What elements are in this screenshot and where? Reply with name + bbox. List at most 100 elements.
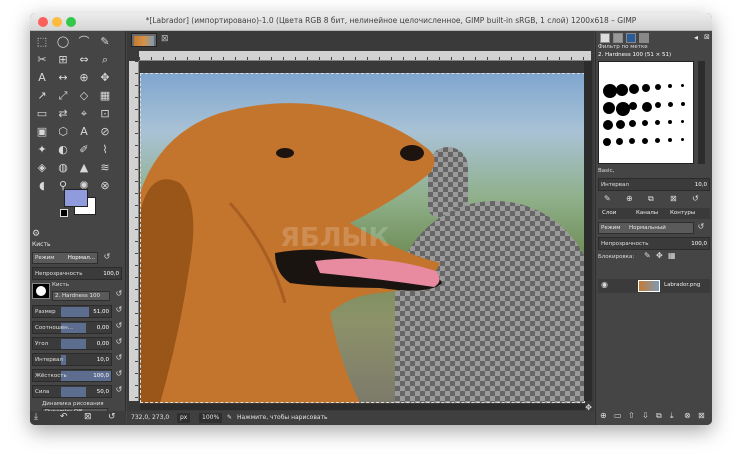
- tool-icon[interactable]: ▭: [33, 106, 51, 122]
- layer-action-icon[interactable]: ⇩: [642, 411, 649, 420]
- slider-reset-icon[interactable]: ↺: [114, 305, 124, 317]
- brush-swatch[interactable]: [655, 84, 661, 90]
- tool-icon[interactable]: ✎: [96, 34, 114, 50]
- brush-swatch[interactable]: [616, 84, 628, 96]
- layer-action-icon[interactable]: ⊠: [698, 411, 705, 420]
- zoom-select[interactable]: 100%: [199, 413, 223, 423]
- tool-icon[interactable]: ⇄: [54, 106, 72, 122]
- new-brush-icon[interactable]: ⊕: [626, 194, 633, 203]
- layer-action-icon[interactable]: ⤓: [670, 411, 674, 421]
- tool-icon[interactable]: ⇔: [75, 52, 93, 68]
- reset-mode-icon[interactable]: ↺: [102, 252, 112, 264]
- brush-swatch[interactable]: [616, 138, 623, 145]
- tool-icon[interactable]: ▣: [33, 124, 51, 140]
- vertical-ruler[interactable]: [129, 61, 139, 401]
- tool-icon[interactable]: ✐: [75, 142, 93, 158]
- tool-icon[interactable]: ⊘: [96, 124, 114, 140]
- layer-row[interactable]: ◉ Labrador.png: [598, 279, 710, 293]
- brush-swatch[interactable]: [681, 84, 684, 87]
- delete-brush-icon[interactable]: ⊠: [670, 194, 677, 203]
- brush-swatch[interactable]: [668, 84, 672, 88]
- tool-options-tab-icon[interactable]: ⚙: [32, 229, 40, 239]
- tool-icon[interactable]: ◈: [33, 160, 51, 176]
- tool-icon[interactable]: ⊕: [75, 70, 93, 86]
- layer-mode-reset-icon[interactable]: ↺: [696, 222, 706, 234]
- slider-4[interactable]: Жёсткость 100,0: [32, 369, 112, 382]
- tool-icon[interactable]: ◍: [54, 160, 72, 176]
- tool-icon[interactable]: ⌒: [75, 34, 93, 50]
- mode-select[interactable]: Режим Нормал...: [32, 252, 98, 264]
- dock-tab-0[interactable]: Слои: [602, 210, 616, 216]
- brush-swatch[interactable]: [668, 138, 672, 142]
- brush-scrollbar[interactable]: [698, 61, 705, 164]
- brush-swatch[interactable]: [655, 138, 660, 143]
- horizontal-scrollbar[interactable]: [140, 404, 585, 410]
- minimize-window-button[interactable]: [52, 17, 62, 27]
- tool-icon[interactable]: ✥: [96, 70, 114, 86]
- brush-swatch[interactable]: [603, 102, 615, 114]
- tool-icon[interactable]: A: [33, 70, 51, 86]
- brush-swatch[interactable]: [681, 120, 684, 123]
- brush-swatch[interactable]: [668, 102, 673, 107]
- slider-reset-icon[interactable]: ↺: [114, 337, 124, 349]
- layer-action-icon[interactable]: ⇧: [628, 411, 635, 420]
- color-selector[interactable]: [60, 187, 100, 227]
- tool-icon[interactable]: ⌕: [96, 52, 114, 68]
- tool-icon[interactable]: ◇: [75, 88, 93, 104]
- restore-preset-icon[interactable]: ↶: [60, 412, 68, 422]
- brush-swatch[interactable]: [642, 138, 648, 144]
- brush-swatch[interactable]: [629, 84, 639, 94]
- document-history-tab-icon[interactable]: [639, 33, 649, 43]
- tool-icon[interactable]: ⤢: [54, 88, 72, 104]
- brush-swatch[interactable]: [616, 102, 630, 116]
- brush-preview[interactable]: [32, 283, 50, 299]
- brush-swatch[interactable]: [642, 120, 648, 126]
- foreground-color-swatch[interactable]: [64, 189, 88, 207]
- tool-icon[interactable]: ⌖: [75, 106, 93, 122]
- brushes-tab-icon[interactable]: [600, 33, 610, 43]
- layer-mode-select[interactable]: Режим Нормальный: [598, 222, 694, 234]
- layer-action-icon[interactable]: ⊗: [684, 411, 691, 420]
- tool-icon[interactable]: ◖: [33, 178, 51, 194]
- tool-icon[interactable]: ⊞: [54, 52, 72, 68]
- vertical-scrollbar[interactable]: [584, 61, 592, 401]
- tool-icon[interactable]: A: [75, 124, 93, 140]
- image-tab[interactable]: [131, 33, 157, 47]
- lock-pixels-icon[interactable]: ✎: [644, 251, 651, 260]
- brush-swatch[interactable]: [616, 120, 625, 129]
- close-window-button[interactable]: [38, 17, 48, 27]
- slider-reset-icon[interactable]: ↺: [114, 353, 124, 365]
- tool-icon[interactable]: ⬚: [33, 34, 51, 50]
- brush-swatch[interactable]: [629, 138, 635, 144]
- save-tool-preset-icon[interactable]: ⤓: [34, 412, 38, 422]
- tool-icon[interactable]: ✦: [33, 142, 51, 158]
- brush-name-field[interactable]: 2. Hardness 100: [52, 291, 110, 301]
- zoom-window-button[interactable]: [66, 17, 76, 27]
- layer-action-icon[interactable]: ▭: [614, 411, 622, 420]
- brush-swatch[interactable]: [668, 120, 672, 124]
- layer-opacity-slider[interactable]: Непрозрачность 100,0: [598, 237, 710, 250]
- spacing-slider[interactable]: Интервал 10,0: [598, 178, 710, 191]
- fonts-tab-icon[interactable]: [626, 33, 636, 43]
- tool-icon[interactable]: ⌇: [96, 142, 114, 158]
- tool-icon[interactable]: ▲: [75, 160, 93, 176]
- brush-swatch[interactable]: [603, 138, 611, 146]
- slider-reset-icon[interactable]: ↺: [114, 369, 124, 381]
- refresh-brushes-icon[interactable]: ↺: [692, 194, 699, 203]
- slider-2[interactable]: Угол 0,00: [32, 337, 112, 350]
- tool-icon[interactable]: ✂: [33, 52, 51, 68]
- unit-select[interactable]: px: [177, 413, 191, 423]
- brush-set[interactable]: Basic,: [598, 168, 614, 174]
- slider-reset-icon[interactable]: ↺: [114, 385, 124, 397]
- tool-icon[interactable]: ▦: [96, 88, 114, 104]
- brush-swatch[interactable]: [681, 102, 685, 106]
- tool-icon[interactable]: ⬡: [54, 124, 72, 140]
- tool-icon[interactable]: ≋: [96, 160, 114, 176]
- slider-5[interactable]: Сила 50,0: [32, 385, 112, 398]
- tool-icon[interactable]: ◯: [54, 34, 72, 50]
- tool-icon[interactable]: ◐: [54, 142, 72, 158]
- brush-swatch[interactable]: [655, 102, 661, 108]
- tool-icon[interactable]: ↗: [33, 88, 51, 104]
- brush-swatch[interactable]: [655, 120, 660, 125]
- brush-swatch[interactable]: [603, 120, 613, 130]
